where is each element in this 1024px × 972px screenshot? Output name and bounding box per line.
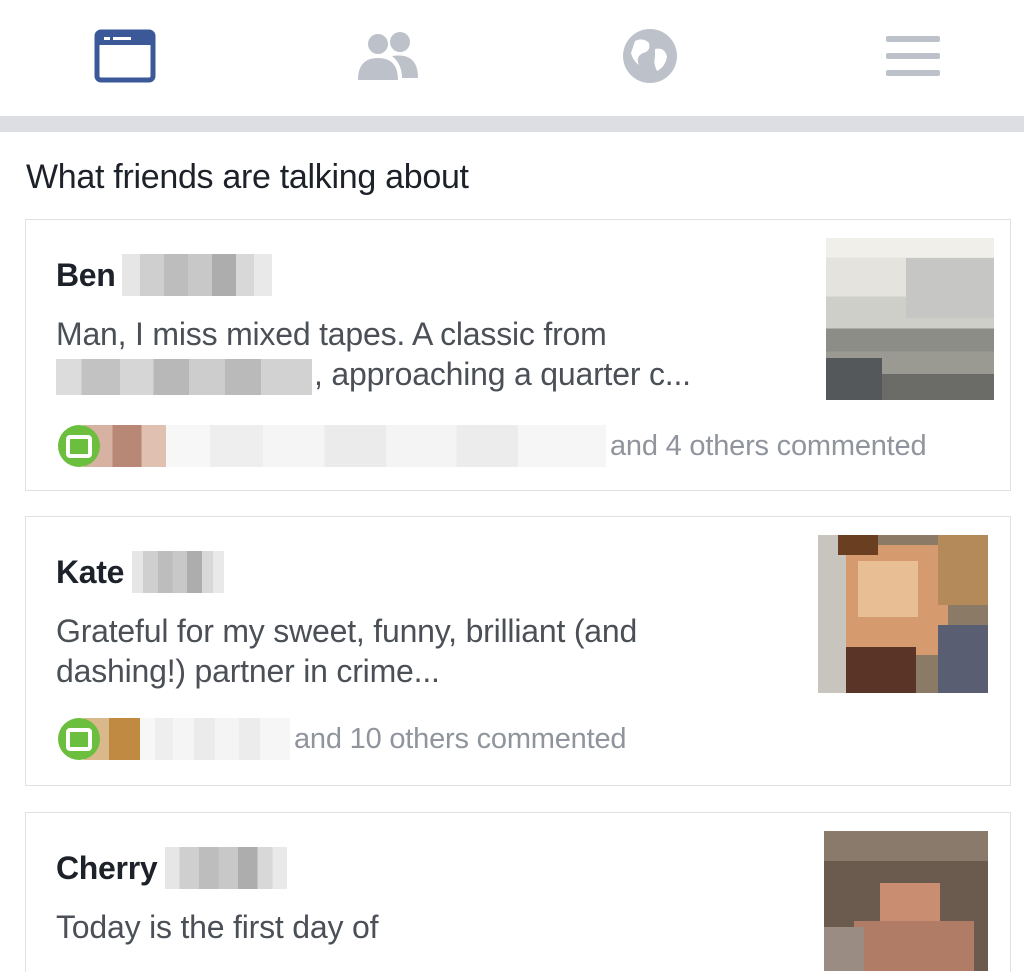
post-text: Grateful for my sweet, funny, brilliant … <box>56 611 637 691</box>
post-thumbnail[interactable] <box>826 238 994 400</box>
globe-icon <box>623 29 677 83</box>
post-text-line: Man, I miss mixed tapes. A classic from <box>56 316 607 352</box>
post-text-line: dashing!) partner in crime... <box>56 653 440 689</box>
redacted-commenters <box>166 425 606 467</box>
post-author-row: Ben <box>56 254 272 296</box>
news-feed-icon <box>94 29 156 83</box>
comment-summary-row[interactable]: and 10 others commented <box>58 717 627 761</box>
post-text-line: Today is the first day of <box>56 909 379 945</box>
comment-summary-text[interactable]: and 10 others commented <box>294 723 627 756</box>
comment-summary-row[interactable]: and 4 others commented <box>58 424 927 468</box>
nav-tab-news-feed[interactable] <box>90 24 160 88</box>
redacted-surname <box>165 847 288 889</box>
post-thumbnail[interactable] <box>824 831 988 971</box>
post-text-line: , approaching a quarter c... <box>314 356 691 392</box>
post-author-row: Cherry <box>56 847 288 889</box>
redacted-commenters <box>140 718 290 760</box>
hamburger-menu-icon <box>886 36 940 76</box>
post-author-row: Kate <box>56 551 225 593</box>
post-card[interactable]: Ben Man, I miss mixed tapes. A classic f… <box>25 219 1011 491</box>
nav-tab-menu[interactable] <box>878 24 948 88</box>
post-author-name[interactable]: Kate <box>56 554 124 591</box>
post-card[interactable]: Kate Grateful for my sweet, funny, brill… <box>25 516 1011 786</box>
comment-summary-text[interactable]: and 4 others commented <box>610 430 927 463</box>
nav-divider <box>0 116 1024 132</box>
friends-icon <box>358 32 418 80</box>
section-title: What friends are talking about <box>26 158 469 196</box>
post-author-name[interactable]: Ben <box>56 257 116 294</box>
post-thumbnail[interactable] <box>818 535 988 693</box>
redacted-surname <box>132 551 225 593</box>
comment-icon <box>58 718 100 760</box>
top-nav-bar <box>0 0 1024 116</box>
redacted-text <box>56 358 312 395</box>
nav-tab-friends[interactable] <box>353 24 423 88</box>
redacted-surname <box>121 254 272 296</box>
post-text: Man, I miss mixed tapes. A classic from … <box>56 314 691 395</box>
comment-icon <box>58 425 100 467</box>
post-author-name[interactable]: Cherry <box>56 850 158 887</box>
post-text: Today is the first day of <box>56 907 378 947</box>
post-text-line: Grateful for my sweet, funny, brilliant … <box>56 613 638 649</box>
nav-tab-notifications[interactable] <box>615 24 685 88</box>
post-card[interactable]: Cherry Today is the first day of <box>25 812 1011 972</box>
